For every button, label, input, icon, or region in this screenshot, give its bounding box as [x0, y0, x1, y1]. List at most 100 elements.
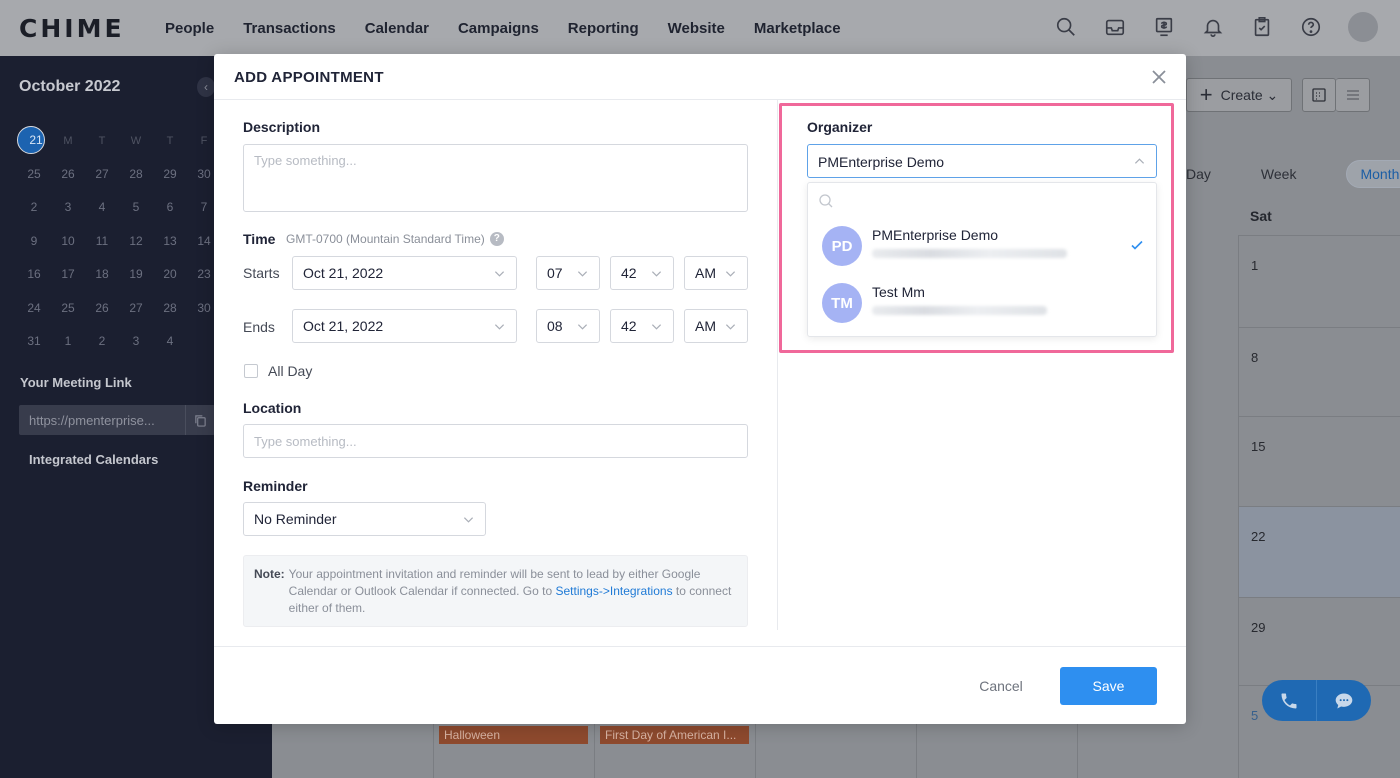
nav-transactions[interactable]: Transactions — [243, 20, 336, 37]
mini-cal-day[interactable]: 20 — [153, 258, 187, 291]
bell-icon[interactable] — [1201, 15, 1225, 39]
integrated-calendars-label[interactable]: Integrated Calendars — [29, 452, 158, 467]
close-icon[interactable] — [1150, 68, 1168, 86]
grid-view-icon[interactable] — [1302, 78, 1336, 112]
time-label: Time — [243, 231, 276, 247]
billing-icon[interactable] — [1152, 15, 1176, 39]
mini-cal-day[interactable]: 25 — [51, 291, 85, 324]
chevron-down-icon — [577, 271, 588, 277]
mini-cal-day[interactable]: 4 — [153, 324, 187, 357]
reminder-label: Reminder — [243, 478, 308, 494]
user-avatar[interactable] — [1348, 12, 1378, 42]
reminder-select[interactable]: No Reminder — [243, 502, 486, 536]
phone-icon[interactable] — [1262, 680, 1316, 721]
tab-week[interactable]: Week — [1261, 166, 1297, 182]
nav-calendar[interactable]: Calendar — [365, 20, 429, 37]
mini-cal-day[interactable]: 17 — [51, 258, 85, 291]
mini-cal-day[interactable]: 9 — [17, 224, 51, 257]
mini-cal-day[interactable]: 2 — [17, 191, 51, 224]
mini-calendar-month: October 2022 — [19, 78, 121, 95]
calendar-day-cell[interactable]: 1 — [1239, 236, 1400, 328]
mini-cal-day[interactable]: 6 — [153, 191, 187, 224]
plus-icon: + — [1199, 82, 1213, 107]
start-date-value: Oct 21, 2022 — [303, 265, 384, 281]
chevron-down-icon — [651, 324, 662, 330]
location-input[interactable]: Type something... — [243, 424, 748, 458]
nav-people[interactable]: People — [165, 20, 214, 37]
description-textarea[interactable]: Type something... — [243, 144, 748, 212]
mini-cal-day[interactable]: 28 — [119, 157, 153, 190]
event-first-day[interactable]: First Day of American I... — [600, 726, 749, 744]
mini-cal-day[interactable]: 24 — [17, 291, 51, 324]
location-label: Location — [243, 400, 302, 416]
start-date-select[interactable]: Oct 21, 2022 — [292, 256, 517, 290]
ends-label: Ends — [243, 319, 275, 335]
nav-website[interactable]: Website — [668, 20, 725, 37]
settings-integrations-link[interactable]: Settings->Integrations — [556, 584, 673, 598]
mini-cal-day[interactable]: 3 — [119, 324, 153, 357]
calendar-day-cell[interactable]: 29 — [1239, 598, 1400, 686]
mini-cal-day[interactable]: 5 — [119, 191, 153, 224]
chat-icon[interactable] — [1316, 680, 1370, 721]
create-label: Create — [1220, 87, 1263, 103]
mini-cal-day[interactable]: 11 — [85, 224, 119, 257]
day-number: 1 — [1251, 258, 1259, 273]
cancel-button[interactable]: Cancel — [962, 668, 1040, 704]
mini-cal-day[interactable]: 3 — [51, 191, 85, 224]
mini-cal-day[interactable]: 19 — [119, 258, 153, 291]
note-box: Note: Your appointment invitation and re… — [243, 555, 748, 627]
mini-cal-day[interactable]: 25 — [17, 157, 51, 190]
event-halloween[interactable]: Halloween — [439, 726, 588, 744]
footer-divider — [214, 646, 1186, 647]
mini-cal-day[interactable]: 12 — [119, 224, 153, 257]
start-hour-select[interactable]: 07 — [536, 256, 600, 290]
start-minute-select[interactable]: 42 — [610, 256, 674, 290]
end-hour-value: 08 — [547, 318, 563, 334]
mini-cal-day[interactable]: 18 — [85, 258, 119, 291]
mini-cal-day[interactable]: 26 — [85, 291, 119, 324]
start-ampm-select[interactable]: AM — [684, 256, 748, 290]
mini-cal-day[interactable]: 26 — [51, 157, 85, 190]
chime-logo[interactable]: CHIME — [19, 14, 125, 43]
all-day-label[interactable]: All Day — [268, 363, 312, 379]
nav-campaigns[interactable]: Campaigns — [458, 20, 539, 37]
end-ampm-select[interactable]: AM — [684, 309, 748, 343]
mini-cal-day-selected[interactable]: 21 — [17, 126, 45, 154]
tab-day[interactable]: Day — [1186, 166, 1211, 182]
weekday-label: M — [63, 134, 73, 147]
create-button[interactable]: + Create ⌄ — [1186, 78, 1292, 112]
calendar-day-cell[interactable]: 22 — [1239, 507, 1400, 598]
mini-cal-day[interactable]: 29 — [153, 157, 187, 190]
inbox-icon[interactable] — [1103, 15, 1127, 39]
mini-cal-day[interactable]: 16 — [17, 258, 51, 291]
calendar-day-cell[interactable]: 8 — [1239, 328, 1400, 417]
mini-cal-day[interactable]: 27 — [119, 291, 153, 324]
mini-cal-day[interactable]: 31 — [17, 324, 51, 357]
description-label: Description — [243, 119, 321, 135]
all-day-checkbox[interactable] — [244, 364, 258, 378]
save-button[interactable]: Save — [1060, 667, 1157, 705]
mini-cal-day[interactable]: 10 — [51, 224, 85, 257]
end-date-select[interactable]: Oct 21, 2022 — [292, 309, 517, 343]
mini-cal-day[interactable]: 27 — [85, 157, 119, 190]
mini-cal-day[interactable]: 4 — [85, 191, 119, 224]
start-hour-value: 07 — [547, 265, 563, 281]
mini-cal-day[interactable]: 28 — [153, 291, 187, 324]
list-view-icon[interactable] — [1336, 78, 1370, 112]
column-divider — [777, 100, 778, 630]
calendar-day-cell[interactable]: 15 — [1239, 417, 1400, 507]
end-minute-select[interactable]: 42 — [610, 309, 674, 343]
mini-cal-day[interactable]: 2 — [85, 324, 119, 357]
nav-marketplace[interactable]: Marketplace — [754, 20, 841, 37]
end-hour-select[interactable]: 08 — [536, 309, 600, 343]
mini-cal-day[interactable]: 1 — [51, 324, 85, 357]
mini-cal-day[interactable]: 13 — [153, 224, 187, 257]
meeting-link-field[interactable]: https://pmenterprise... — [19, 405, 215, 435]
search-icon[interactable] — [1054, 15, 1078, 39]
help-icon[interactable]: ? — [489, 232, 504, 246]
clipboard-icon[interactable] — [1250, 15, 1274, 39]
nav-reporting[interactable]: Reporting — [568, 20, 639, 37]
help-icon[interactable] — [1299, 15, 1323, 39]
copy-icon[interactable] — [185, 405, 215, 435]
chevron-left-icon[interactable]: ‹ — [197, 77, 215, 97]
